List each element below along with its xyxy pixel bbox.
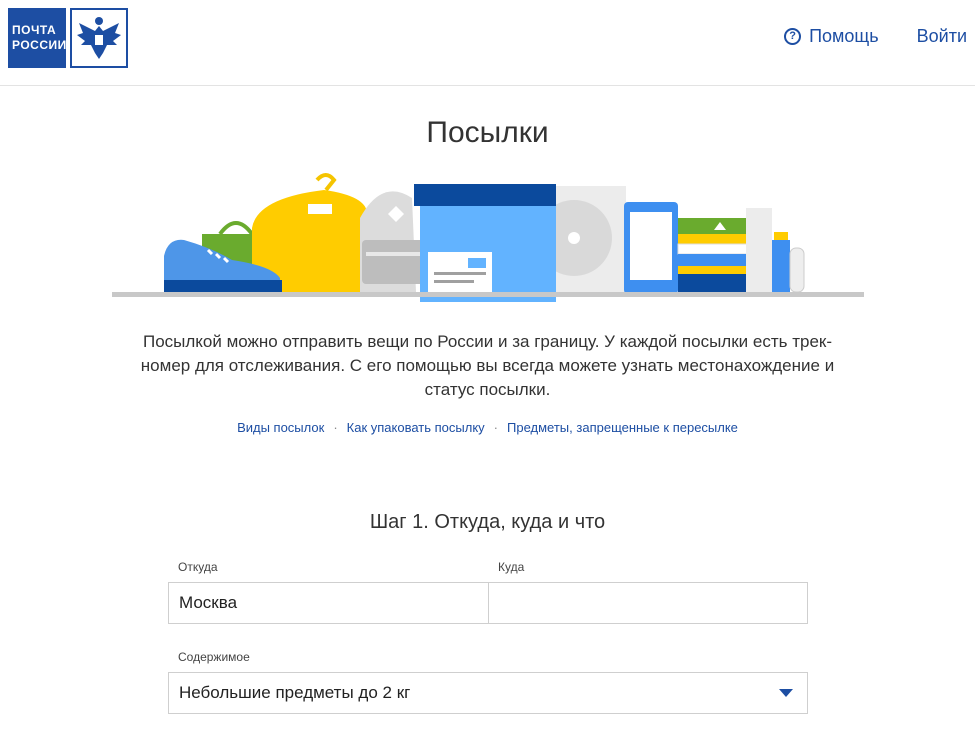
step-title: Шаг 1. Откуда, куда и что	[369, 511, 606, 533]
logo-line-1: ПОЧТА	[12, 23, 57, 37]
from-field[interactable]: Москва	[169, 583, 488, 623]
chevron-down-icon	[779, 689, 793, 697]
parcels-illustration	[112, 173, 864, 302]
info-links: Виды посылок · Как упаковать посылку · Предм…	[0, 420, 975, 435]
logo-line-2: РОССИИ	[12, 38, 67, 52]
from-label: Откуда	[178, 560, 218, 574]
bottles-illustration	[746, 208, 805, 294]
link-separator: ·	[493, 420, 499, 435]
from-to-fields: Москва	[168, 582, 808, 624]
content-select[interactable]: Небольшие предметы до 2 кг	[168, 672, 808, 714]
tablet-illustration	[624, 202, 678, 294]
login-link[interactable]: Войти	[917, 26, 967, 47]
content-select-value: Небольшие предметы до 2 кг	[179, 683, 411, 702]
page-description: Посылкой можно отправить вещи по России …	[140, 332, 835, 399]
prohibited-items-link[interactable]: Предметы, запрещенные к пересылке	[507, 420, 738, 435]
to-label: Куда	[498, 560, 525, 574]
top-nav: ? Помощь Войти	[784, 26, 967, 47]
logo-wordmark: ПОЧТА РОССИИ	[8, 8, 66, 68]
parcel-types-link[interactable]: Виды посылок	[237, 420, 324, 435]
packing-guide-link[interactable]: Как упаковать посылку	[347, 420, 485, 435]
handbag-illustration	[360, 191, 424, 292]
help-icon: ?	[784, 28, 802, 45]
help-link[interactable]: ? Помощь	[784, 26, 879, 47]
help-label: Помощь	[809, 26, 879, 46]
page-title: Посылки	[426, 116, 549, 149]
site-header: ПОЧТА РОССИИ ? Помощь Войти	[0, 0, 975, 86]
content-label: Содержимое	[178, 650, 250, 664]
shelf-line	[112, 292, 864, 297]
eagle-emblem-icon	[70, 8, 128, 68]
logo[interactable]: ПОЧТА РОССИИ	[8, 8, 128, 68]
box-illustration	[414, 184, 556, 302]
to-field[interactable]	[488, 583, 807, 623]
link-separator: ·	[333, 420, 338, 435]
